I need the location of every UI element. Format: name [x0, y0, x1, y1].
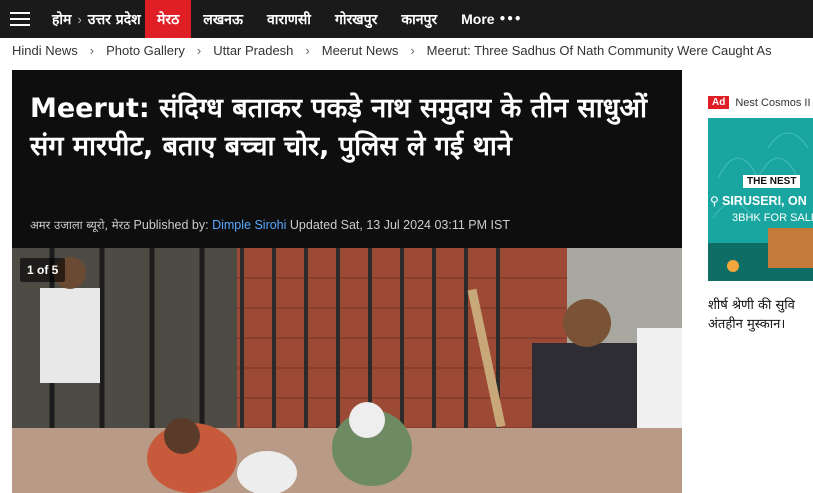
updated-timestamp: Updated Sat, 13 Jul 2024 03:11 PM IST [289, 218, 510, 232]
ad-caption-line-2: अंतहीन मुस्कान। [708, 317, 786, 332]
chevron-right-icon: › [410, 42, 415, 58]
bureau: अमर उजाला ब्यूरो, मेरठ [30, 218, 131, 232]
article-card: Meerut: संदिग्ध बताकर पकड़े नाथ समुदाय क… [12, 70, 682, 493]
breadcrumb-photo-gallery[interactable]: Photo Gallery [94, 43, 185, 58]
chevron-right-icon: › [196, 42, 202, 58]
location-pin-icon: ⚲ [710, 194, 719, 208]
sidebar-ad[interactable]: Ad Nest Cosmos II THE NEST ⚲ SIRUSERI, O… [708, 96, 813, 336]
nav-item-uttar-pradesh[interactable]: उत्तर प्रदेश [76, 0, 153, 38]
ad-header: Ad Nest Cosmos II [708, 96, 813, 109]
more-label: More [461, 11, 495, 27]
nav-item-meerut[interactable]: मेरठ [145, 0, 192, 38]
ad-caption-line-1: शीर्ष श्रेणी की सुवि [708, 298, 795, 313]
nav-item-kanpur[interactable]: कानपुर [389, 0, 449, 38]
breadcrumb-meerut-news[interactable]: Meerut News [310, 43, 399, 58]
advertiser-name: Nest Cosmos II [735, 96, 811, 109]
nav-item-lucknow[interactable]: लखनऊ [191, 0, 255, 38]
chevron-right-icon: › [305, 42, 310, 58]
ad-offer: 3BHK FOR SALE [732, 212, 813, 224]
ad-badge: Ad [708, 96, 730, 109]
more-dots-icon: ••• [498, 12, 522, 26]
hamburger-menu-icon[interactable] [0, 0, 40, 38]
photo-illustration [12, 248, 682, 493]
ad-image[interactable]: THE NEST ⚲ SIRUSERI, ON 3BHK FOR SALE [708, 118, 813, 281]
breadcrumb: Hindi News › Photo Gallery › Uttar Prade… [0, 38, 813, 62]
nav-item-more[interactable]: More ••• [449, 0, 533, 38]
article-byline: अमर उजाला ब्यूरो, मेरठ Published by: Dim… [30, 218, 510, 233]
ad-brand: THE NEST [743, 175, 801, 188]
photo-counter-badge: 1 of 5 [20, 258, 66, 282]
breadcrumb-hindi-news[interactable]: Hindi News [0, 43, 78, 58]
nav-list: होम › उत्तर प्रदेश › मेरठ लखनऊ वाराणसी ग… [40, 0, 534, 38]
ad-location: SIRUSERI, ON [722, 194, 807, 208]
breadcrumb-current-article: Meerut: Three Sadhus Of Nath Community W… [426, 42, 772, 58]
gallery-photo[interactable]: 1 of 5 [12, 248, 682, 493]
article-headline: Meerut: संदिग्ध बताकर पकड़े नाथ समुदाय क… [30, 93, 647, 162]
published-label: Published by: [133, 218, 209, 232]
nav-item-varanasi[interactable]: वाराणसी [255, 0, 323, 38]
chevron-right-icon: › [89, 42, 95, 58]
nav-item-gorakhpur[interactable]: गोरखपुर [323, 0, 389, 38]
breadcrumb-uttar-pradesh[interactable]: Uttar Pradesh [201, 43, 293, 58]
top-navigation-bar: होम › उत्तर प्रदेश › मेरठ लखनऊ वाराणसी ग… [0, 0, 813, 38]
ad-caption[interactable]: शीर्ष श्रेणी की सुवि अंतहीन मुस्कान। [708, 296, 813, 334]
author-link[interactable]: Dimple Sirohi [212, 218, 286, 232]
